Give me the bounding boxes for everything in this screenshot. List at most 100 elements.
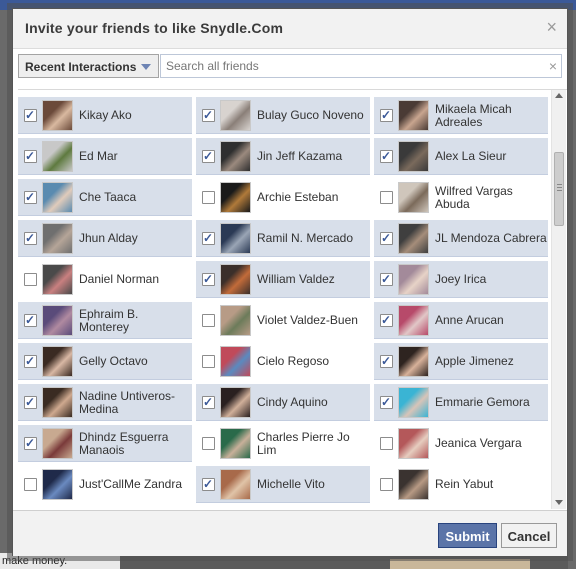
friend-item[interactable]: ✓ Wilfred Vargas Abuda xyxy=(374,179,548,216)
search-friends-input[interactable] xyxy=(164,56,534,76)
friend-item[interactable]: ✓ Ramil N. Mercado xyxy=(196,220,370,257)
friend-checkbox[interactable]: ✓ xyxy=(24,436,37,450)
friend-avatar xyxy=(398,305,429,336)
friend-item[interactable]: ✓ Bulay Guco Noveno xyxy=(196,97,370,134)
friend-name: Nadine Untiveros-Medina xyxy=(79,388,176,416)
friend-checkbox[interactable]: ✓ xyxy=(24,395,37,409)
friend-avatar xyxy=(398,264,429,295)
friend-avatar xyxy=(42,469,73,500)
scrollbar-thumb[interactable] xyxy=(554,152,564,226)
friend-item[interactable]: ✓ Kikay Ako xyxy=(18,97,192,134)
friend-item[interactable]: ✓ Ed Mar xyxy=(18,138,192,175)
friend-item[interactable]: ✓ Jin Jeff Kazama xyxy=(196,138,370,175)
friend-item[interactable]: ✓ Jeanica Vergara xyxy=(374,425,548,462)
friend-list-scrollbar[interactable] xyxy=(551,90,566,509)
friend-item[interactable]: ✓ Alex La Sieur xyxy=(374,138,548,175)
friend-item[interactable]: ✓ Daniel Norman xyxy=(18,261,192,298)
friend-avatar xyxy=(398,346,429,377)
cancel-button[interactable]: Cancel xyxy=(501,523,557,548)
friend-name: Bulay Guco Noveno xyxy=(257,108,364,122)
friend-checkbox[interactable]: ✓ xyxy=(380,191,393,204)
friend-checkbox[interactable]: ✓ xyxy=(24,354,37,368)
friend-checkbox[interactable]: ✓ xyxy=(380,108,393,122)
friend-item[interactable]: ✓ Mikaela Micah Adreales xyxy=(374,97,548,134)
close-icon[interactable]: × xyxy=(546,18,557,36)
scroll-up-arrow-icon[interactable] xyxy=(555,93,563,98)
friend-checkbox[interactable]: ✓ xyxy=(202,191,215,204)
friend-item[interactable]: ✓ Che Taaca xyxy=(18,179,192,216)
friend-name: Cielo Regoso xyxy=(257,354,330,368)
friend-item[interactable]: ✓ xyxy=(18,507,192,509)
friend-checkbox[interactable]: ✓ xyxy=(24,190,37,204)
friend-avatar xyxy=(42,346,73,377)
friend-item[interactable]: ✓ Charles Pierre Jo Lim xyxy=(196,425,370,462)
friend-avatar xyxy=(220,223,251,254)
friend-avatar xyxy=(398,469,429,500)
friend-checkbox[interactable]: ✓ xyxy=(24,273,37,286)
friend-item[interactable]: ✓ Emmarie Gemora xyxy=(374,384,548,421)
friend-item[interactable]: ✓ Joey Irica xyxy=(374,261,548,298)
friend-checkbox[interactable]: ✓ xyxy=(24,313,37,327)
friend-checkbox[interactable]: ✓ xyxy=(380,354,393,368)
checkmark-icon: ✓ xyxy=(25,354,36,368)
friend-name: Ramil N. Mercado xyxy=(257,231,354,245)
friend-item[interactable]: ✓ Michelle Vito xyxy=(196,466,370,503)
friend-checkbox[interactable]: ✓ xyxy=(202,231,215,245)
friend-item[interactable]: ✓ Jhun Alday xyxy=(18,220,192,257)
friend-item[interactable]: ✓ Archie Esteban xyxy=(196,179,370,216)
friend-name: Cindy Aquino xyxy=(257,395,328,409)
scrollbar-grip xyxy=(557,184,562,185)
friend-checkbox[interactable]: ✓ xyxy=(380,437,393,450)
friend-avatar xyxy=(42,100,73,131)
friend-item[interactable]: ✓ Cielo Regoso xyxy=(196,343,370,380)
friend-item[interactable]: ✓ Anne Arucan xyxy=(374,302,548,339)
friend-name: Daniel Norman xyxy=(79,272,160,286)
friend-checkbox[interactable]: ✓ xyxy=(202,355,215,368)
friend-checkbox[interactable]: ✓ xyxy=(202,437,215,450)
friend-checkbox[interactable]: ✓ xyxy=(380,313,393,327)
friend-item[interactable]: ✓ Just'CallMe Zandra xyxy=(18,466,192,503)
friend-checkbox[interactable]: ✓ xyxy=(24,478,37,491)
friend-checkbox[interactable]: ✓ xyxy=(24,108,37,122)
friend-item[interactable]: ✓ JL Mendoza Cabrera xyxy=(374,220,548,257)
friend-item[interactable]: ✓ William Valdez xyxy=(196,261,370,298)
friend-item[interactable]: ✓ Apple Jimenez xyxy=(374,343,548,380)
friend-checkbox[interactable]: ✓ xyxy=(24,231,37,245)
friend-item[interactable]: ✓ Ephraim B. Monterey xyxy=(18,302,192,339)
friend-name: Anne Arucan xyxy=(435,313,504,327)
friend-item[interactable]: ✓ xyxy=(374,507,548,509)
friend-checkbox[interactable]: ✓ xyxy=(380,395,393,409)
friend-item[interactable]: ✓ Gelly Octavo xyxy=(18,343,192,380)
friend-checkbox[interactable]: ✓ xyxy=(202,477,215,491)
friend-item[interactable]: ✓ Cindy Aquino xyxy=(196,384,370,421)
friend-checkbox[interactable]: ✓ xyxy=(202,272,215,286)
clear-search-icon[interactable]: × xyxy=(549,58,557,74)
friend-name xyxy=(435,507,547,509)
friend-checkbox[interactable]: ✓ xyxy=(380,231,393,245)
friend-avatar xyxy=(398,141,429,172)
friend-checkbox[interactable]: ✓ xyxy=(380,478,393,491)
friend-checkbox[interactable]: ✓ xyxy=(202,149,215,163)
friend-item[interactable]: ✓ Nadine Untiveros-Medina xyxy=(18,384,192,421)
friend-name: Charles Pierre Jo Lim xyxy=(257,429,350,457)
checkmark-icon: ✓ xyxy=(203,108,214,122)
friend-avatar xyxy=(220,305,251,336)
friend-avatar xyxy=(398,428,429,459)
friend-checkbox[interactable]: ✓ xyxy=(24,149,37,163)
submit-button[interactable]: Submit xyxy=(438,523,497,548)
friend-checkbox[interactable]: ✓ xyxy=(380,272,393,286)
friend-name: William Valdez xyxy=(257,272,335,286)
dialog-title: Invite your friends to like Snydle.Com xyxy=(25,20,284,36)
friend-checkbox[interactable]: ✓ xyxy=(380,149,393,163)
friend-checkbox[interactable]: ✓ xyxy=(202,314,215,327)
checkmark-icon: ✓ xyxy=(203,272,214,286)
friend-item[interactable]: ✓ Violet Valdez-Buen xyxy=(196,302,370,339)
friend-name: Mikaela Micah Adreales xyxy=(435,101,512,129)
scroll-down-arrow-icon[interactable] xyxy=(555,500,563,505)
friend-checkbox[interactable]: ✓ xyxy=(202,108,215,122)
friend-item[interactable]: ✓ Dhindz Esguerra Manaois xyxy=(18,425,192,462)
friend-filter-dropdown[interactable]: Recent Interactions xyxy=(18,54,159,78)
friend-item[interactable]: ✓ Rein Yabut xyxy=(374,466,548,503)
friend-item[interactable]: ✓ xyxy=(196,507,370,509)
friend-checkbox[interactable]: ✓ xyxy=(202,395,215,409)
